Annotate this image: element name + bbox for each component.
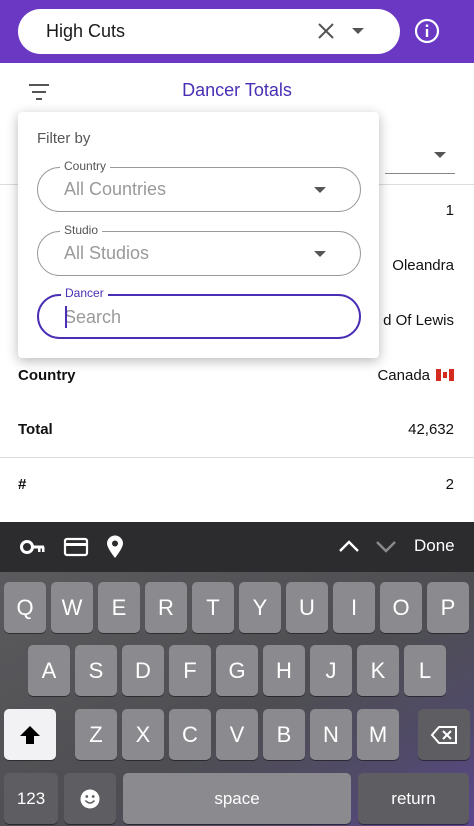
competition-selector-value: High Cuts bbox=[46, 21, 126, 41]
key-h[interactable]: H bbox=[263, 645, 305, 696]
table-cell-value: d Of Lewis bbox=[383, 312, 454, 329]
emoji-key[interactable] bbox=[64, 773, 116, 824]
key-o[interactable]: O bbox=[380, 582, 422, 633]
competition-selector[interactable]: High Cuts bbox=[18, 9, 400, 54]
key-u[interactable]: U bbox=[286, 582, 328, 633]
backspace-key[interactable] bbox=[418, 709, 470, 760]
credit-card-icon[interactable] bbox=[63, 535, 89, 559]
close-icon[interactable] bbox=[314, 19, 338, 43]
filter-popup: Filter by Country All Countries Studio A… bbox=[18, 112, 379, 358]
key-t[interactable]: T bbox=[192, 582, 234, 633]
table-cell-value: 2 bbox=[445, 476, 454, 493]
keyboard-accessory-bar: Done bbox=[0, 522, 474, 572]
country-select-label: Country bbox=[60, 159, 111, 173]
studio-select-label: Studio bbox=[60, 223, 103, 237]
key-k[interactable]: K bbox=[357, 645, 399, 696]
chevron-down-icon bbox=[314, 251, 326, 257]
emoji-icon bbox=[80, 789, 100, 808]
divider bbox=[0, 457, 474, 458]
key-m[interactable]: M bbox=[357, 709, 399, 760]
shift-key[interactable] bbox=[4, 709, 56, 760]
studio-select[interactable]: Studio All Studios bbox=[37, 223, 361, 276]
filter-popup-title: Filter by bbox=[37, 130, 91, 147]
key-v[interactable]: V bbox=[216, 709, 258, 760]
key-icon[interactable] bbox=[20, 535, 46, 559]
chevron-up-icon[interactable] bbox=[337, 536, 361, 556]
key-w[interactable]: W bbox=[51, 582, 93, 633]
table-cell-value: Oleandra bbox=[392, 257, 454, 274]
chevron-down-icon[interactable] bbox=[434, 152, 446, 158]
key-b[interactable]: B bbox=[263, 709, 305, 760]
table-row-label: Total bbox=[18, 421, 53, 438]
studio-select-value: All Studios bbox=[64, 243, 150, 263]
key-g[interactable]: G bbox=[216, 645, 258, 696]
dancer-search-label: Dancer bbox=[61, 286, 108, 300]
key-x[interactable]: X bbox=[122, 709, 164, 760]
country-select[interactable]: Country All Countries bbox=[37, 159, 361, 212]
app-bar: High Cuts bbox=[0, 0, 474, 63]
key-i[interactable]: I bbox=[333, 582, 375, 633]
key-e[interactable]: E bbox=[98, 582, 140, 633]
return-key[interactable]: return bbox=[358, 773, 469, 824]
table-cell-country: Canada bbox=[377, 367, 454, 384]
location-pin-icon[interactable] bbox=[102, 535, 128, 559]
dancer-search-field[interactable]: Dancer bbox=[37, 286, 361, 339]
table-cell-value: 1 bbox=[445, 202, 454, 219]
country-select-value: All Countries bbox=[64, 179, 167, 199]
key-l[interactable]: L bbox=[404, 645, 446, 696]
key-f[interactable]: F bbox=[169, 645, 211, 696]
table-row-label: # bbox=[18, 476, 27, 493]
key-q[interactable]: Q bbox=[4, 582, 46, 633]
done-button[interactable]: Done bbox=[414, 536, 455, 556]
key-z[interactable]: Z bbox=[75, 709, 117, 760]
page-title: Dancer Totals bbox=[182, 80, 292, 100]
key-a[interactable]: A bbox=[28, 645, 70, 696]
canada-flag-icon bbox=[436, 369, 454, 381]
info-icon[interactable] bbox=[414, 18, 440, 44]
select-underline bbox=[385, 173, 455, 174]
text-caret bbox=[65, 306, 67, 328]
key-c[interactable]: C bbox=[169, 709, 211, 760]
table-row-label: Country bbox=[18, 367, 76, 384]
key-y[interactable]: Y bbox=[239, 582, 281, 633]
shift-arrow-icon bbox=[20, 725, 40, 744]
key-d[interactable]: D bbox=[122, 645, 164, 696]
key-n[interactable]: N bbox=[310, 709, 352, 760]
numbers-key[interactable]: 123 bbox=[4, 773, 58, 824]
key-s[interactable]: S bbox=[75, 645, 117, 696]
backspace-icon bbox=[430, 725, 457, 744]
chevron-down-icon bbox=[314, 187, 326, 193]
dropdown-arrow-icon[interactable] bbox=[352, 28, 364, 34]
table-cell-total: 42,632 bbox=[408, 421, 454, 438]
key-p[interactable]: P bbox=[427, 582, 469, 633]
key-j[interactable]: J bbox=[310, 645, 352, 696]
key-r[interactable]: R bbox=[145, 582, 187, 633]
dancer-search-input[interactable] bbox=[64, 305, 344, 329]
space-key[interactable]: space bbox=[123, 773, 351, 824]
on-screen-keyboard: Q W E R T Y U I O P A S D F G H J K L Z … bbox=[0, 572, 474, 826]
chevron-down-icon[interactable] bbox=[374, 536, 398, 556]
